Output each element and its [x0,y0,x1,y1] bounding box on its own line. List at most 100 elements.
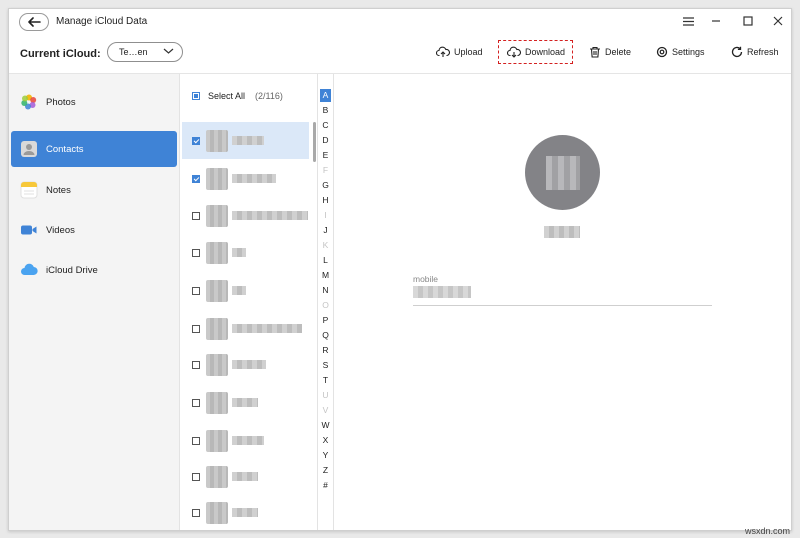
contact-row[interactable] [182,310,309,347]
sidebar-item-label: Notes [46,184,71,196]
index-letter-s[interactable]: S [320,359,331,372]
gear-icon [656,46,668,58]
contact-checkbox[interactable] [192,211,200,220]
upload-button[interactable]: Upload [436,42,483,62]
contact-checkbox[interactable] [192,436,200,445]
contact-name-redacted [232,324,302,333]
contact-row[interactable] [182,494,309,530]
index-letter-y[interactable]: Y [320,449,331,462]
index-letter-x[interactable]: X [320,434,331,447]
watermark: wsxdn.com [744,526,790,536]
photos-icon [20,93,38,111]
index-letter-t[interactable]: T [320,374,331,387]
index-letter-z[interactable]: Z [320,464,331,477]
index-letter-c[interactable]: C [320,119,331,132]
contact-avatar [206,279,228,302]
contact-checkbox[interactable] [192,324,200,333]
selection-count: (2/116) [255,91,283,101]
sidebar-item-notes[interactable]: Notes [11,172,177,208]
index-letter-b[interactable]: B [320,104,331,117]
contact-row[interactable] [182,197,309,234]
contact-checkbox[interactable] [192,174,200,183]
sidebar-item-videos[interactable]: Videos [11,212,177,248]
refresh-button[interactable]: Refresh [731,42,779,62]
select-all-checkbox[interactable] [192,92,200,100]
sidebar: Photos Contacts Notes Videos iCloud Driv… [9,74,180,530]
index-letter-m[interactable]: M [320,269,331,282]
chevron-down-icon [163,48,174,54]
sidebar-item-contacts[interactable]: Contacts [11,131,177,167]
index-letter-r[interactable]: R [320,344,331,357]
contact-checkbox[interactable] [192,286,200,295]
select-all-label: Select All [208,91,246,101]
contact-avatar [206,317,228,340]
back-button[interactable] [19,13,49,31]
contact-name-redacted [232,174,276,183]
cloud-download-icon [507,46,521,58]
contact-avatar [206,167,228,190]
contact-checkbox[interactable] [192,508,200,517]
sidebar-item-label: iCloud Drive [46,264,98,276]
index-letter-d[interactable]: D [320,134,331,147]
contact-row[interactable] [182,458,309,495]
contact-avatar [206,391,228,414]
index-letter-j[interactable]: J [320,224,331,237]
index-letter-g[interactable]: G [320,179,331,192]
maximize-button[interactable] [737,12,759,30]
contact-name-redacted [232,508,258,517]
mobile-field-value-redacted [413,286,471,298]
download-button[interactable]: Download [507,42,565,62]
account-select[interactable]: Te…en [107,42,183,62]
index-letter-a[interactable]: A [320,89,331,102]
contact-checkbox[interactable] [192,398,200,407]
contact-row[interactable] [182,422,309,459]
sidebar-item-label: Photos [46,96,76,108]
contact-photo-redacted [545,155,580,190]
contact-row[interactable] [182,234,309,271]
select-all-control[interactable]: Select All (2/116) [192,91,283,101]
manage-icloud-window: Manage iCloud Data Current iCloud: Te…en… [8,8,792,531]
contact-row[interactable] [182,160,309,197]
index-letter-n[interactable]: N [320,284,331,297]
index-letter-p[interactable]: P [320,314,331,327]
contact-checkbox[interactable] [192,472,200,481]
contact-checkbox[interactable] [192,136,200,145]
delete-button[interactable]: Delete [589,42,631,62]
arrow-left-icon [28,17,41,27]
contact-checkbox[interactable] [192,248,200,257]
index-letter-q[interactable]: Q [320,329,331,342]
sidebar-item-icloud-drive[interactable]: iCloud Drive [11,252,177,288]
hamburger-icon [682,16,694,26]
index-letter-h[interactable]: H [320,194,331,207]
settings-button[interactable]: Settings [656,42,705,62]
contact-avatar [206,429,228,452]
index-letter-e[interactable]: E [320,149,331,162]
mobile-field-label: mobile [413,274,439,284]
current-icloud-label: Current iCloud: [20,48,101,60]
contact-avatar [206,465,228,488]
contact-name-redacted [544,226,580,238]
index-letter-w[interactable]: W [320,419,331,432]
contact-avatar [206,353,228,376]
contact-row[interactable] [182,384,309,421]
index-letter-f: F [322,165,329,175]
index-letter-l[interactable]: L [320,254,331,267]
settings-label: Settings [672,47,705,57]
contacts-icon [20,140,38,158]
list-scrollbar[interactable] [313,122,316,162]
close-button[interactable] [767,12,789,30]
sidebar-item-photos[interactable]: Photos [11,84,177,120]
contact-name-redacted [232,136,264,145]
menu-button[interactable] [677,12,699,30]
minimize-button[interactable] [705,12,727,30]
close-icon [773,16,783,26]
download-label: Download [525,47,566,57]
contact-checkbox[interactable] [192,360,200,369]
contact-row[interactable] [182,272,309,309]
sidebar-item-label: Contacts [46,143,84,155]
contact-row[interactable] [182,346,309,383]
alphabet-index: A B C D E F G H I J K L M N O P Q R S T … [317,74,334,530]
index-letter-hash[interactable]: # [320,479,331,492]
toolbar: Current iCloud: Te…en Upload Download De… [9,39,791,73]
contact-row[interactable] [182,122,309,159]
